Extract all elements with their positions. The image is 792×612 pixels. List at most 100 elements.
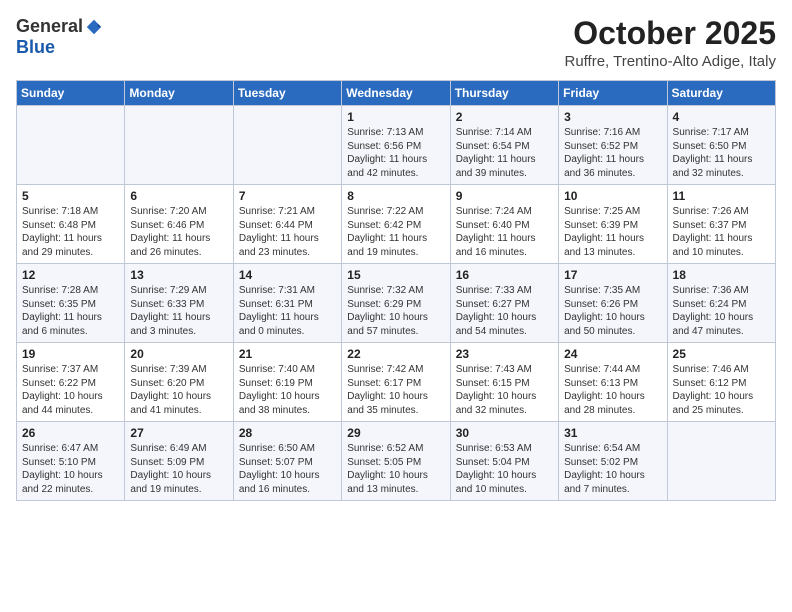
calendar-day-cell: 30 Sunrise: 6:53 AM Sunset: 5:04 PM Dayli…	[450, 422, 558, 501]
calendar-day-cell	[17, 106, 125, 185]
calendar-header: General Blue October 2025 Ruffre, Trenti…	[16, 16, 776, 70]
day-info: Sunrise: 7:21 AM Sunset: 6:44 PM Dayligh…	[239, 205, 336, 259]
calendar-day-cell: 14Sunrise: 7:31 AM Sunset: 6:31 PM Dayli…	[233, 264, 341, 343]
day-info: Sunrise: 7:29 AM Sunset: 6:33 PM Dayligh…	[130, 284, 227, 338]
day-info: Sunrise: 7:33 AM Sunset: 6:27 PM Dayligh…	[456, 284, 553, 338]
calendar-day-cell: 25 Sunrise: 7:46 AM Sunset: 6:12 PM Dayli…	[667, 343, 775, 422]
calendar-week-row: 12 Sunrise: 7:28 AM Sunset: 6:35 PM Dayli…	[17, 264, 776, 343]
day-number: 16	[456, 268, 553, 282]
day-of-week-header: Tuesday	[233, 81, 341, 106]
day-info: Sunrise: 6:50 AM Sunset: 5:07 PM Dayligh…	[239, 442, 336, 496]
day-info: Sunrise: 6:52 AM Sunset: 5:05 PM Dayligh…	[347, 442, 444, 496]
day-info: Sunrise: 7:40 AM Sunset: 6:19 PM Dayligh…	[239, 363, 336, 417]
day-number: 17	[564, 268, 661, 282]
day-info: Sunrise: 7:26 AM Sunset: 6:37 PM Dayligh…	[673, 205, 770, 259]
day-number: 13	[130, 268, 227, 282]
day-number: 27	[130, 426, 227, 440]
day-number: 11	[673, 189, 770, 203]
calendar-day-cell	[233, 106, 341, 185]
calendar-day-cell: 1 Sunrise: 7:13 AM Sunset: 6:56 PM Daylig…	[342, 106, 450, 185]
day-number: 10	[564, 189, 661, 203]
day-of-week-header: Saturday	[667, 81, 775, 106]
day-info: Sunrise: 6:54 AM Sunset: 5:02 PM Dayligh…	[564, 442, 661, 496]
day-number: 20	[130, 347, 227, 361]
calendar-day-cell: 29 Sunrise: 6:52 AM Sunset: 5:05 PM Dayli…	[342, 422, 450, 501]
calendar-week-row: 5Sunrise: 7:18 AM Sunset: 6:48 PM Daylig…	[17, 185, 776, 264]
location-text: Ruffre, Trentino-Alto Adige, Italy	[564, 53, 776, 70]
calendar-day-cell: 6 Sunrise: 7:20 AM Sunset: 6:46 PM Daylig…	[125, 185, 233, 264]
day-info: Sunrise: 7:28 AM Sunset: 6:35 PM Dayligh…	[22, 284, 119, 338]
day-info: Sunrise: 7:16 AM Sunset: 6:52 PM Dayligh…	[564, 126, 661, 180]
day-info: Sunrise: 6:49 AM Sunset: 5:09 PM Dayligh…	[130, 442, 227, 496]
day-number: 31	[564, 426, 661, 440]
day-number: 30	[456, 426, 553, 440]
day-number: 1	[347, 110, 444, 124]
calendar-day-cell: 27 Sunrise: 6:49 AM Sunset: 5:09 PM Dayli…	[125, 422, 233, 501]
header-row: SundayMondayTuesdayWednesdayThursdayFrid…	[17, 81, 776, 106]
day-info: Sunrise: 7:17 AM Sunset: 6:50 PM Dayligh…	[673, 126, 770, 180]
calendar-day-cell: 31 Sunrise: 6:54 AM Sunset: 5:02 PM Dayli…	[559, 422, 667, 501]
calendar-week-row: 19Sunrise: 7:37 AM Sunset: 6:22 PM Dayli…	[17, 343, 776, 422]
day-info: Sunrise: 7:25 AM Sunset: 6:39 PM Dayligh…	[564, 205, 661, 259]
day-number: 12	[22, 268, 119, 282]
calendar-day-cell: 15 Sunrise: 7:32 AM Sunset: 6:29 PM Dayli…	[342, 264, 450, 343]
day-info: Sunrise: 7:35 AM Sunset: 6:26 PM Dayligh…	[564, 284, 661, 338]
calendar-day-cell	[667, 422, 775, 501]
day-number: 22	[347, 347, 444, 361]
calendar-day-cell: 2 Sunrise: 7:14 AM Sunset: 6:54 PM Daylig…	[450, 106, 558, 185]
day-number: 15	[347, 268, 444, 282]
day-info: Sunrise: 7:46 AM Sunset: 6:12 PM Dayligh…	[673, 363, 770, 417]
calendar-day-cell: 8 Sunrise: 7:22 AM Sunset: 6:42 PM Daylig…	[342, 185, 450, 264]
day-number: 6	[130, 189, 227, 203]
day-number: 3	[564, 110, 661, 124]
day-info: Sunrise: 7:36 AM Sunset: 6:24 PM Dayligh…	[673, 284, 770, 338]
calendar-day-cell: 19Sunrise: 7:37 AM Sunset: 6:22 PM Dayli…	[17, 343, 125, 422]
calendar-day-cell: 17 Sunrise: 7:35 AM Sunset: 6:26 PM Dayli…	[559, 264, 667, 343]
logo: General Blue	[16, 16, 103, 58]
day-number: 18	[673, 268, 770, 282]
calendar-day-cell: 11 Sunrise: 7:26 AM Sunset: 6:37 PM Dayli…	[667, 185, 775, 264]
day-of-week-header: Monday	[125, 81, 233, 106]
day-number: 2	[456, 110, 553, 124]
calendar-day-cell: 20 Sunrise: 7:39 AM Sunset: 6:20 PM Dayli…	[125, 343, 233, 422]
logo-general-text: General	[16, 16, 83, 37]
day-number: 14	[239, 268, 336, 282]
day-of-week-header: Friday	[559, 81, 667, 106]
calendar-day-cell: 5Sunrise: 7:18 AM Sunset: 6:48 PM Daylig…	[17, 185, 125, 264]
day-info: Sunrise: 7:43 AM Sunset: 6:15 PM Dayligh…	[456, 363, 553, 417]
day-info: Sunrise: 6:53 AM Sunset: 5:04 PM Dayligh…	[456, 442, 553, 496]
day-info: Sunrise: 7:20 AM Sunset: 6:46 PM Dayligh…	[130, 205, 227, 259]
calendar-day-cell: 16 Sunrise: 7:33 AM Sunset: 6:27 PM Dayli…	[450, 264, 558, 343]
calendar-table: SundayMondayTuesdayWednesdayThursdayFrid…	[16, 80, 776, 501]
calendar-day-cell: 22Sunrise: 7:42 AM Sunset: 6:17 PM Dayli…	[342, 343, 450, 422]
day-info: Sunrise: 7:14 AM Sunset: 6:54 PM Dayligh…	[456, 126, 553, 180]
day-of-week-header: Thursday	[450, 81, 558, 106]
day-info: Sunrise: 7:44 AM Sunset: 6:13 PM Dayligh…	[564, 363, 661, 417]
calendar-day-cell: 28 Sunrise: 6:50 AM Sunset: 5:07 PM Dayli…	[233, 422, 341, 501]
day-info: Sunrise: 7:39 AM Sunset: 6:20 PM Dayligh…	[130, 363, 227, 417]
calendar-week-row: 1 Sunrise: 7:13 AM Sunset: 6:56 PM Daylig…	[17, 106, 776, 185]
calendar-day-cell: 7Sunrise: 7:21 AM Sunset: 6:44 PM Daylig…	[233, 185, 341, 264]
calendar-container: General Blue October 2025 Ruffre, Trenti…	[0, 0, 792, 511]
day-number: 25	[673, 347, 770, 361]
calendar-day-cell: 21Sunrise: 7:40 AM Sunset: 6:19 PM Dayli…	[233, 343, 341, 422]
day-info: Sunrise: 7:18 AM Sunset: 6:48 PM Dayligh…	[22, 205, 119, 259]
title-block: October 2025 Ruffre, Trentino-Alto Adige…	[564, 16, 776, 70]
calendar-day-cell: 24Sunrise: 7:44 AM Sunset: 6:13 PM Dayli…	[559, 343, 667, 422]
calendar-day-cell: 12 Sunrise: 7:28 AM Sunset: 6:35 PM Dayli…	[17, 264, 125, 343]
month-title: October 2025	[564, 16, 776, 51]
day-number: 29	[347, 426, 444, 440]
calendar-day-cell: 4Sunrise: 7:17 AM Sunset: 6:50 PM Daylig…	[667, 106, 775, 185]
calendar-week-row: 26Sunrise: 6:47 AM Sunset: 5:10 PM Dayli…	[17, 422, 776, 501]
day-info: Sunrise: 7:32 AM Sunset: 6:29 PM Dayligh…	[347, 284, 444, 338]
day-of-week-header: Wednesday	[342, 81, 450, 106]
day-number: 8	[347, 189, 444, 203]
day-number: 23	[456, 347, 553, 361]
day-number: 26	[22, 426, 119, 440]
day-info: Sunrise: 7:13 AM Sunset: 6:56 PM Dayligh…	[347, 126, 444, 180]
logo-blue-text: Blue	[16, 37, 55, 58]
day-info: Sunrise: 7:22 AM Sunset: 6:42 PM Dayligh…	[347, 205, 444, 259]
calendar-day-cell	[125, 106, 233, 185]
day-of-week-header: Sunday	[17, 81, 125, 106]
day-number: 28	[239, 426, 336, 440]
